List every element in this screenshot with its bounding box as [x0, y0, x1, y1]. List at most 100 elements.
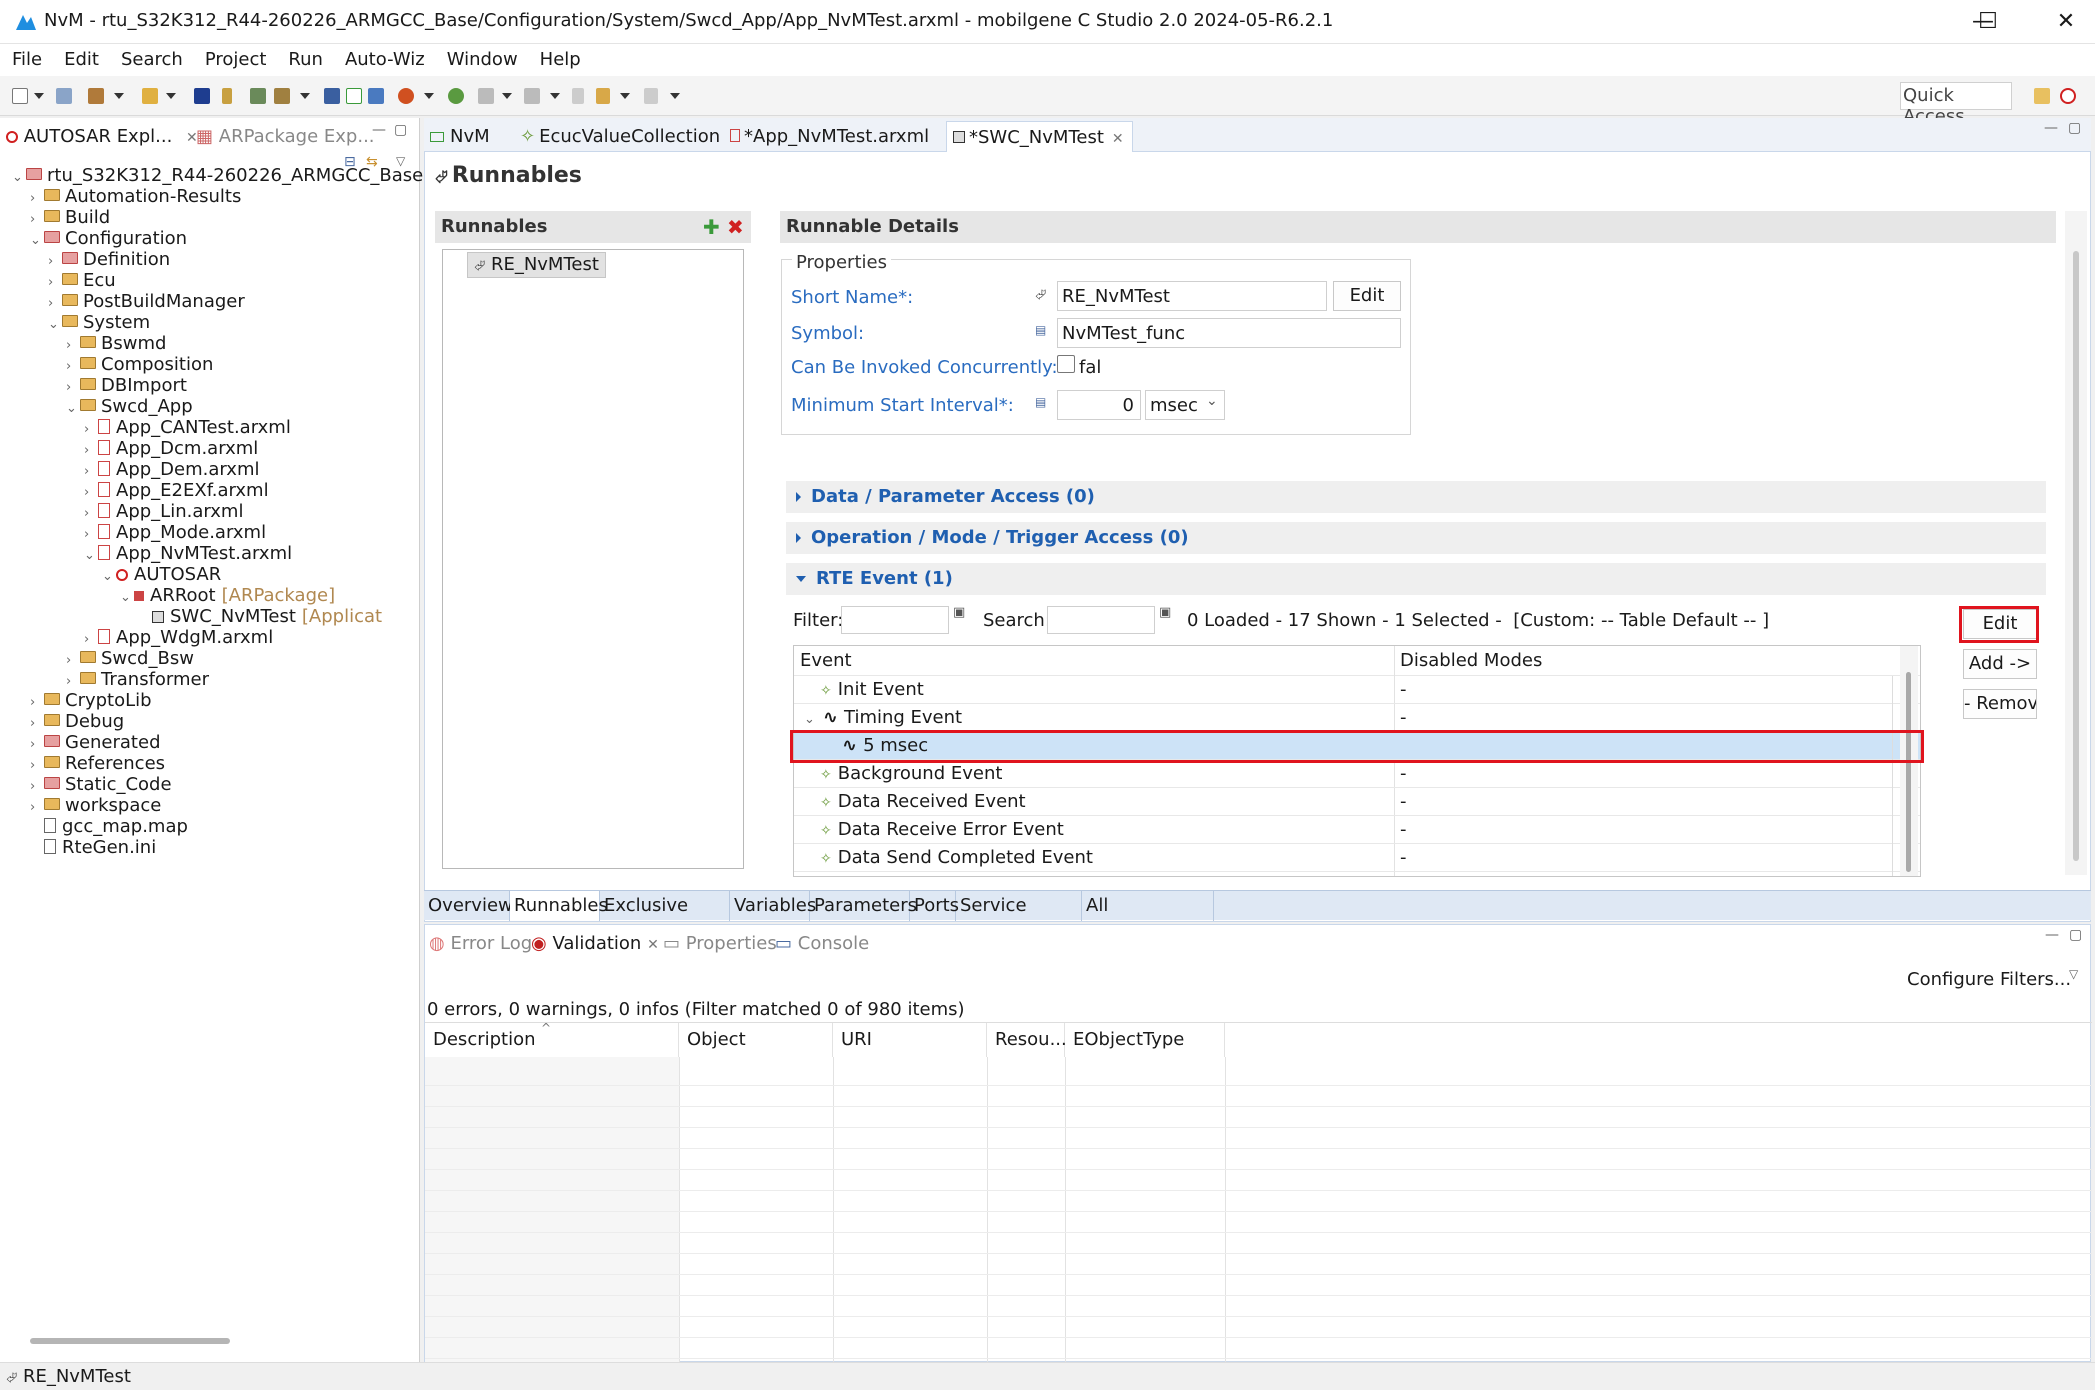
build-icon[interactable] [88, 88, 104, 104]
col-event-header[interactable]: Event [800, 646, 852, 676]
horizontal-scrollbar[interactable] [30, 1338, 230, 1344]
chevron-down-icon[interactable]: ⌄ [12, 164, 26, 192]
short-name-input[interactable]: RE_NvMTest [1057, 281, 1327, 311]
menu-help[interactable]: Help [540, 44, 581, 70]
table-row[interactable]: ✧ Data Received Event - [794, 788, 1920, 816]
wizard-icon[interactable] [142, 88, 158, 104]
operation-access-section[interactable]: Operation / Mode / Trigger Access (0) [786, 522, 2046, 554]
col-uri[interactable]: URI [833, 1023, 987, 1057]
tab-console[interactable]: ▭ Console [775, 933, 869, 954]
terminal-icon[interactable] [194, 88, 210, 104]
minimize-editor-icon[interactable]: — [2044, 120, 2058, 136]
col-eobjecttype[interactable]: EObjectType [1065, 1023, 1225, 1057]
col-object[interactable]: Object [679, 1023, 833, 1057]
min-interval-input[interactable]: 0 [1057, 390, 1141, 420]
save-icon[interactable] [56, 88, 72, 104]
configure-filters-button[interactable]: Configure Filters... [1907, 969, 2071, 990]
pin-icon[interactable] [222, 88, 232, 104]
tab-swc-nvmtest[interactable]: *SWC_NvMTest ✕ [946, 121, 1133, 152]
new-icon[interactable] [12, 88, 28, 104]
tab-app-nvmtest-arxml[interactable]: *App_NvMTest.arxml [730, 121, 929, 152]
close-icon[interactable]: ✕ [1112, 131, 1124, 147]
table-row[interactable]: ✧ Data Receive Error Event - [794, 816, 1920, 844]
tab-arpackage-explorer[interactable]: ▦ ARPackage Exp... [196, 122, 375, 152]
table-row[interactable]: ✧ Init Event - [794, 676, 1920, 704]
view-menu-icon[interactable]: ▽ [2069, 967, 2078, 981]
tab-page-service-needs[interactable]: Service Needs [956, 891, 1082, 946]
remove-event-button[interactable]: - Remov [1963, 689, 2037, 719]
menu-auto-wiz[interactable]: Auto-Wiz [345, 44, 425, 70]
clear-search-icon[interactable]: ▣ [1159, 605, 1171, 620]
quick-access-input[interactable]: Quick Access [1900, 82, 2012, 127]
chevron-down-icon[interactable]: ⌄ [102, 563, 116, 591]
next-icon[interactable] [524, 88, 540, 104]
maximize-editor-icon[interactable]: ▢ [2068, 120, 2081, 136]
table-row[interactable]: ⌄ ∿ Timing Event - [794, 704, 1920, 732]
tab-page-all-contents-v2[interactable]: All Contents_V2 [1082, 891, 1214, 946]
menu-window[interactable]: Window [447, 44, 518, 70]
debug-dropdown-icon[interactable] [424, 93, 434, 99]
maximize-view-icon[interactable]: ▢ [394, 122, 407, 138]
maximize-button[interactable]: ☐ [1962, 4, 2014, 40]
tool-dropdown-icon[interactable] [300, 93, 310, 99]
connect-icon[interactable] [448, 88, 464, 104]
debug-icon[interactable] [398, 88, 414, 104]
minimize-panel-icon[interactable]: — [2045, 927, 2059, 943]
chevron-down-icon[interactable]: ⌄ [48, 311, 62, 339]
tab-page-runnables[interactable]: Runnables [510, 891, 608, 921]
table-row[interactable]: ✧ Background Event - [794, 760, 1920, 788]
tab-page-overview[interactable]: Overview [424, 891, 513, 921]
frame-icon[interactable] [346, 88, 362, 104]
chevron-down-icon[interactable]: ⌄ [30, 227, 44, 255]
data-parameter-access-section[interactable]: Data / Parameter Access (0) [786, 481, 2046, 513]
add-event-button[interactable]: Add -> [1963, 649, 2037, 679]
tab-page-variables[interactable]: Variables [730, 891, 816, 921]
build-dropdown-icon[interactable] [114, 93, 124, 99]
table-row[interactable]: ✧ Data Send Completed Event - [794, 844, 1920, 872]
menu-run[interactable]: Run [288, 44, 323, 70]
link-icon[interactable] [368, 88, 384, 104]
menu-search[interactable]: Search [121, 44, 183, 70]
clear-filter-icon[interactable]: ▣ [953, 605, 965, 620]
menu-file[interactable]: File [12, 44, 42, 70]
minimize-view-icon[interactable]: — [372, 122, 386, 138]
list-item[interactable]: ⮰ RE_NvMTest [467, 252, 606, 278]
rte-event-section[interactable]: RTE Event (1) [786, 563, 2046, 595]
menu-project[interactable]: Project [205, 44, 267, 70]
tab-error-log[interactable]: ◍ Error Log [429, 933, 532, 954]
chevron-down-icon[interactable]: ⌄ [84, 542, 98, 570]
tab-autosar-explorer[interactable]: AUTOSAR Expl... ✕ [6, 122, 198, 152]
chart-icon[interactable] [250, 88, 266, 104]
search-input[interactable] [1047, 606, 1155, 634]
step-dropdown-icon[interactable] [502, 93, 512, 99]
col-modes-header[interactable]: Disabled Modes [1400, 646, 1542, 676]
tab-page-exclusive-areas[interactable]: Exclusive Areas [600, 891, 730, 946]
editor-scrollbar[interactable] [2065, 211, 2087, 875]
tab-properties[interactable]: ▭ Properties [663, 933, 777, 954]
col-resource[interactable]: Resou... [987, 1023, 1067, 1057]
wizard-dropdown-icon[interactable] [166, 93, 176, 99]
tab-validation[interactable]: ◉ Validation ✕ [531, 933, 659, 954]
chevron-down-icon[interactable]: ⌄ [120, 584, 134, 612]
tab-page-parameters[interactable]: Parameters [810, 891, 917, 921]
step-icon[interactable] [478, 88, 494, 104]
close-button[interactable]: ✕ [2040, 4, 2092, 40]
min-interval-unit-select[interactable]: msec ⌄ [1145, 390, 1225, 420]
forward-icon[interactable] [644, 88, 658, 104]
menu-edit[interactable]: Edit [64, 44, 99, 70]
grid-icon[interactable] [324, 88, 340, 104]
tree-item[interactable]: RteGen.ini [30, 834, 156, 862]
next-dropdown-icon[interactable] [550, 93, 560, 99]
maximize-panel-icon[interactable]: ▢ [2069, 927, 2082, 943]
autosar-perspective-icon[interactable] [2060, 88, 2076, 104]
concurrent-checkbox[interactable] [1057, 355, 1075, 373]
table-scrollbar-thumb[interactable] [1906, 672, 1911, 872]
tab-ecuc-value-collection[interactable]: ✧ EcucValueCollection [520, 121, 720, 152]
short-name-edit-button[interactable]: Edit [1333, 281, 1401, 311]
delete-runnable-icon[interactable]: ✖ [727, 211, 744, 243]
filter-input[interactable] [841, 606, 949, 634]
tab-nvm[interactable]: NvM [430, 121, 490, 152]
col-description[interactable]: Description ^ [425, 1021, 679, 1057]
perspective-icon[interactable] [2034, 88, 2050, 104]
add-runnable-icon[interactable]: ✚ [703, 211, 720, 243]
